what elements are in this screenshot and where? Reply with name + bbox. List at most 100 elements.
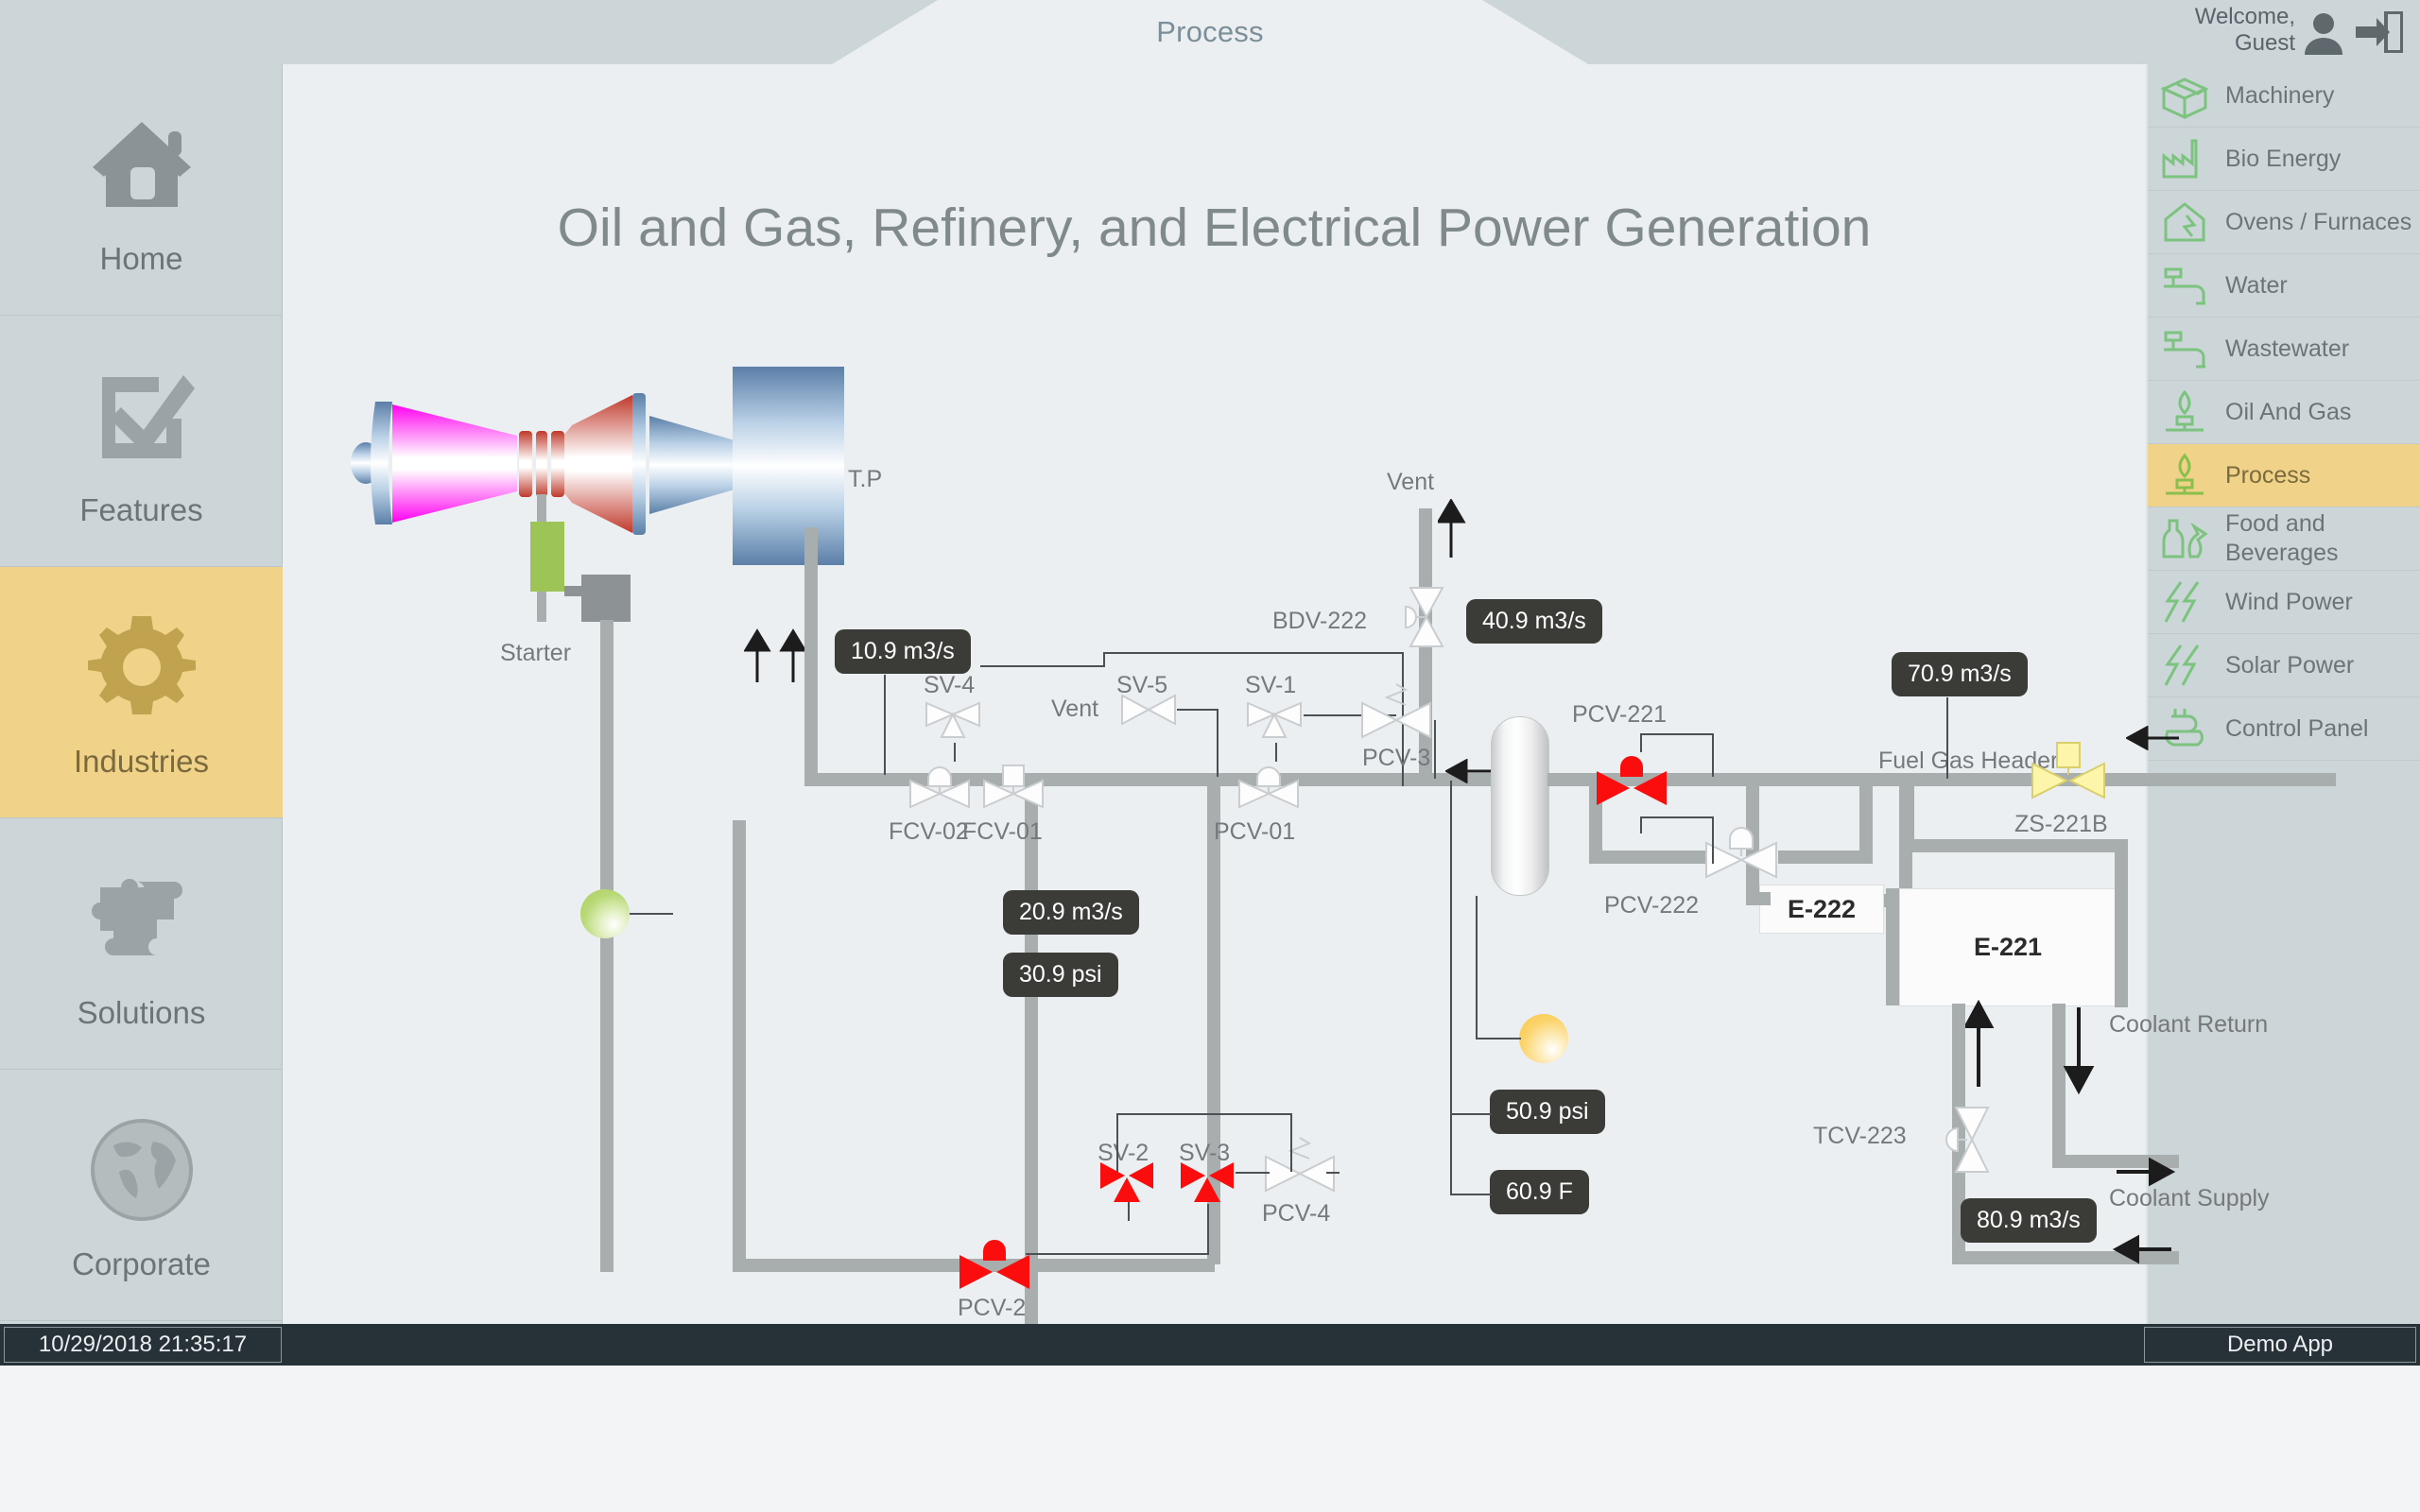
starter-link (564, 586, 581, 596)
valve-pcv-3[interactable] (1357, 679, 1438, 745)
sidebar-item-wastewater[interactable]: Wastewater (2148, 318, 2420, 381)
valve-fcv-02-label: FCV-02 (889, 818, 969, 845)
sidebar-item-ovens-furnaces[interactable]: Ovens / Furnaces (2148, 191, 2420, 254)
separator-vessel (1491, 716, 1549, 896)
sidebar-item-bio-energy-label: Bio Energy (2225, 146, 2342, 172)
pcv4-in-line (1236, 1172, 1270, 1174)
starter-motor (581, 575, 631, 622)
sv3-drop-line (1207, 1204, 1209, 1255)
sidebar-item-features[interactable]: Features (0, 316, 283, 567)
sidebar-item-process[interactable]: Process (2148, 444, 2420, 507)
oven-icon (2157, 198, 2212, 247)
tab-process-label: Process (1156, 15, 1264, 48)
exchanger-e222[interactable]: E-222 (1759, 885, 1884, 934)
sidebar-item-oil-and-gas-label: Oil And Gas (2225, 399, 2352, 425)
sidebar-item-corporate[interactable]: Corporate (0, 1070, 283, 1321)
readout-compressor-flow-line (884, 675, 886, 775)
welcome-line-2: Guest (2234, 30, 2295, 56)
sidebar-item-ovens-furnaces-label: Ovens / Furnaces (2225, 209, 2412, 235)
vent-mid-label: Vent (1051, 696, 1099, 722)
valve-tcv-223[interactable] (1926, 1102, 2003, 1177)
sv4-trip-riser (1103, 652, 1105, 667)
sidebar-item-wind-power[interactable]: Wind Power (2148, 571, 2420, 634)
application-root: Process Welcome, Guest Home Features Ind… (0, 0, 2420, 1512)
pcv221-signal-left (1640, 733, 1642, 752)
faucet-icon (2157, 324, 2212, 373)
status-timestamp: 10/29/2018 21:35:17 (4, 1327, 282, 1363)
pcv222-signal-left (1640, 816, 1642, 833)
readout-sep-temp-line (1450, 1194, 1492, 1195)
vent-top-label: Vent (1387, 469, 1435, 495)
right-sidebar: Machinery Bio Energy Ovens / Furnaces Wa… (2146, 64, 2420, 1324)
sidebar-item-machinery-label: Machinery (2225, 82, 2335, 109)
valve-pcv-01[interactable] (1234, 747, 1304, 811)
pcv4-top-riser (1290, 1113, 1292, 1172)
coolant-return-label: Coolant Return (2109, 1011, 2269, 1038)
valve-pcv-2[interactable] (956, 1230, 1033, 1293)
box-icon (2157, 71, 2212, 120)
sidebar-item-industries[interactable]: Industries (0, 567, 283, 818)
e221-top-return-pipe (1901, 839, 2128, 852)
valve-tcv-223-label: TCV-223 (1813, 1123, 1907, 1149)
sidebar-item-home[interactable]: Home (0, 64, 283, 316)
sv5-line-v (1217, 709, 1219, 777)
sv4-signal-line (954, 743, 956, 762)
valve-fcv-02[interactable] (905, 747, 975, 811)
sidebar-item-water[interactable]: Water (2148, 254, 2420, 318)
sidebar-item-bio-energy[interactable]: Bio Energy (2148, 128, 2420, 191)
sidebar-item-solutions-label: Solutions (77, 994, 206, 1030)
sidebar-item-process-label: Process (2225, 462, 2311, 489)
bolt-icon (2157, 641, 2212, 690)
status-lamp-green (580, 889, 630, 938)
logout-icon[interactable] (2354, 10, 2404, 54)
valve-pcv-3-label: PCV-3 (1362, 745, 1431, 771)
sidebar-item-machinery[interactable]: Machinery (2148, 64, 2420, 128)
e222-feed-pipe (1746, 892, 1771, 905)
valve-pcv-4[interactable] (1260, 1132, 1341, 1198)
sidebar-item-solar-power[interactable]: Solar Power (2148, 634, 2420, 697)
readout-vent-flow: 40.9 m3/s (1466, 599, 1602, 644)
exchanger-e222-label: E-222 (1787, 894, 1857, 923)
tab-process[interactable]: Process (832, 0, 1588, 64)
valve-zs-221b-label: ZS-221B (2014, 811, 2108, 837)
home-icon (80, 103, 203, 226)
sidebar-item-home-label: Home (99, 240, 183, 276)
valve-pcv-4-label: PCV-4 (1262, 1200, 1331, 1227)
checkbox-icon (80, 354, 203, 477)
process-diagram-canvas: Oil and Gas, Refinery, and Electrical Po… (283, 64, 2336, 1348)
pcv222-signal-right (1712, 816, 1714, 864)
welcome-text: Welcome, Guest (2135, 4, 2295, 57)
valve-pcv-222[interactable] (1703, 820, 1780, 886)
amber-lamp-link (1476, 1038, 1521, 1040)
valve-sv-4-label: SV-4 (924, 672, 976, 698)
valve-pcv-2-label: PCV-2 (958, 1295, 1027, 1321)
sidebar-item-wind-power-label: Wind Power (2225, 589, 2353, 615)
amber-lamp-riser (1476, 896, 1478, 1040)
valve-pcv-221[interactable] (1593, 747, 1670, 809)
sidebar-item-oil-and-gas[interactable]: Oil And Gas (2148, 381, 2420, 444)
sidebar-item-wastewater-label: Wastewater (2225, 335, 2350, 362)
left-sidebar: Home Features Industries Solutions Corpo… (0, 64, 283, 1324)
exchanger-e221[interactable]: E-221 (1899, 888, 2117, 1006)
page-title: Oil and Gas, Refinery, and Electrical Po… (557, 198, 1872, 258)
fuel-gas-header-pipe (2084, 773, 2336, 786)
sidebar-item-corporate-label: Corporate (72, 1246, 211, 1281)
recycle-left-pipe (733, 820, 746, 1264)
valve-bdv-222[interactable] (1387, 586, 1470, 652)
sidebar-item-control-panel[interactable]: Control Panel (2148, 697, 2420, 761)
sv4-trip-top (1103, 652, 1404, 654)
valve-zs-221b[interactable] (2027, 739, 2110, 805)
factory-icon (2157, 134, 2212, 183)
sidebar-item-food-and-beverages[interactable]: Food and Beverages (2148, 507, 2420, 571)
e221-inlet-nozzle (1886, 888, 1899, 1005)
sidebar-item-solutions[interactable]: Solutions (0, 818, 283, 1070)
turbine-label: T.P (848, 466, 883, 492)
starter-block (530, 522, 564, 592)
readout-feed-flow: 20.9 m3/s (1003, 890, 1139, 935)
puzzle-icon (80, 857, 203, 980)
bolt-icon (2157, 577, 2212, 627)
user-avatar-icon[interactable] (2301, 9, 2346, 55)
valve-fcv-01[interactable] (978, 747, 1048, 811)
starter-shaft-pipe (600, 620, 614, 1272)
readout-fuel-gas-line (1946, 697, 1948, 779)
